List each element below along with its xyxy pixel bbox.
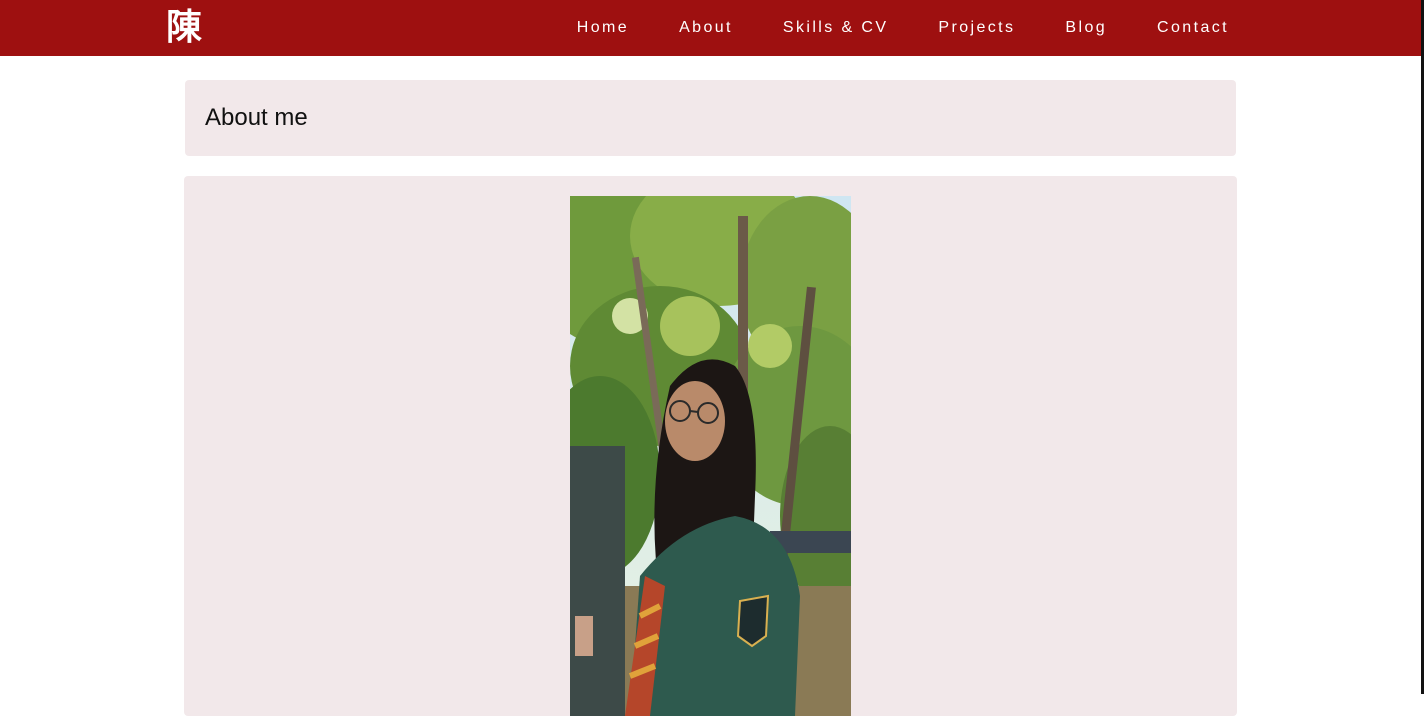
nav-link-skills-cv[interactable]: Skills & CV [783,0,889,56]
portrait-photo-illustration [570,196,851,716]
page-title: About me [205,104,308,131]
nav-link-about[interactable]: About [679,0,733,56]
top-navbar: 陳 Home About Skills & CV Projects Blog C… [0,0,1424,56]
nav-link-projects[interactable]: Projects [938,0,1015,56]
brand-logo[interactable]: 陳 [166,6,202,50]
nav-link-home[interactable]: Home [577,0,629,56]
section-header-card: About me [185,80,1236,156]
nav-link-contact[interactable]: Contact [1157,0,1229,56]
nav-link-blog[interactable]: Blog [1065,0,1107,56]
nav-links: Home About Skills & CV Projects Blog Con… [577,0,1229,56]
portrait-photo [570,196,851,716]
about-content-card [184,176,1237,716]
